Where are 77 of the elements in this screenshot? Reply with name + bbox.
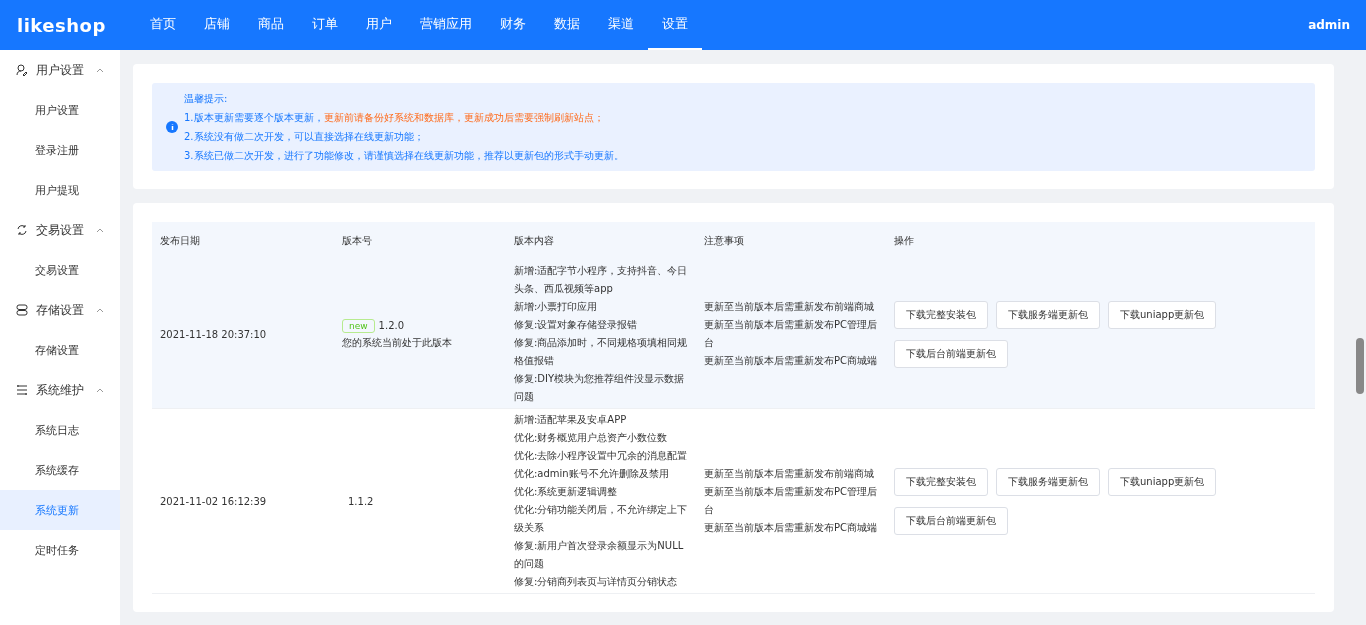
change-entry: 修复:商品添加时，不同规格项填相同规格值报错 xyxy=(514,336,688,368)
download-button[interactable]: 下载后台前端更新包 xyxy=(894,339,1008,368)
nav-tab[interactable]: 订单 xyxy=(298,0,352,50)
change-entry: 优化:分销功能关闭后，不允许绑定上下级关系 xyxy=(514,503,688,535)
sidebar-group[interactable]: 交易设置 xyxy=(0,210,120,250)
storage-icon xyxy=(16,304,28,316)
list-icon xyxy=(16,384,28,396)
notice-line: 3.系统已做二次开发，进行了功能修改，请谨慎选择在线更新功能，推荐以更新包的形式手动更新。 xyxy=(184,149,624,163)
user-name[interactable]: admin xyxy=(1308,18,1350,32)
change-entry: 新增:适配字节小程序，支持抖音、今日头条、西瓜视频等app xyxy=(514,264,688,296)
column-header: 注意事项 xyxy=(696,222,886,260)
download-button[interactable]: 下载后台前端更新包 xyxy=(894,506,1008,535)
version-number: 1.1.2 xyxy=(347,495,374,507)
change-entry: 优化:系统更新逻辑调整 xyxy=(514,485,619,499)
change-entry: 新增:小票打印应用 xyxy=(514,300,599,314)
note-entry: 更新至当前版本后需重新发布PC管理后台 xyxy=(704,318,878,350)
sidebar-item[interactable]: 交易设置 xyxy=(0,250,120,290)
chevron-icon xyxy=(96,67,104,73)
change-entry: 新增:适配苹果及安卓APP xyxy=(514,413,628,427)
note-entry: 更新至当前版本后需重新发布前端商城 xyxy=(704,467,875,481)
column-header: 版本号 xyxy=(334,222,506,260)
change-entry: 修复:设置对象存储登录报错 xyxy=(514,318,639,332)
notice-line: 1.版本更新需要逐个版本更新，更新前请备份好系统和数据库，更新成功后需要强制刷新站点； xyxy=(184,111,605,125)
nav-tab[interactable]: 用户 xyxy=(352,0,406,50)
info-icon xyxy=(166,121,178,133)
exchange-icon xyxy=(16,224,28,236)
download-button[interactable]: 下载服务端更新包 xyxy=(996,300,1100,329)
notice-line: 2.系统没有做二次开发，可以直接选择在线更新功能； xyxy=(184,130,425,144)
logo: likeshop xyxy=(16,14,107,36)
change-entry: 修复:分销商列表页与详情页分销状态 xyxy=(514,575,679,589)
sidebar-item[interactable]: 存储设置 xyxy=(0,330,120,370)
column-header: 操作 xyxy=(886,222,1315,260)
change-entry: 修复:DIY模块为您推荐组件没显示数据问题 xyxy=(514,372,686,404)
sidebar-item[interactable]: 系统日志 xyxy=(0,410,120,450)
note-entry: 更新至当前版本后需重新发布PC管理后台 xyxy=(704,485,878,517)
nav-tab[interactable]: 营销应用 xyxy=(406,0,486,50)
column-header: 版本内容 xyxy=(506,222,696,260)
nav-tab[interactable]: 商品 xyxy=(244,0,298,50)
sidebar-item[interactable]: 用户提现 xyxy=(0,170,120,210)
note-entry: 更新至当前版本后需重新发布前端商城 xyxy=(704,300,875,314)
nav-tab[interactable]: 设置 xyxy=(648,0,702,50)
sidebar-group[interactable]: 存储设置 xyxy=(0,290,120,330)
notice-title: 温馨提示: xyxy=(184,92,229,106)
note-entry: 更新至当前版本后需重新发布PC商城端 xyxy=(704,521,878,535)
nav-tab[interactable]: 财务 xyxy=(486,0,540,50)
sidebar-item[interactable]: 用户设置 xyxy=(0,90,120,130)
download-button[interactable]: 下载完整安装包 xyxy=(894,467,988,496)
nav-tab[interactable]: 渠道 xyxy=(594,0,648,50)
change-entry: 优化:财务概览用户总资产小数位数 xyxy=(514,431,669,445)
new-tag: new xyxy=(342,318,375,333)
sidebar-item[interactable]: 系统缓存 xyxy=(0,450,120,490)
sidebar-item[interactable]: 登录注册 xyxy=(0,130,120,170)
download-button[interactable]: 下载uniapp更新包 xyxy=(1108,467,1217,496)
sidebar-group[interactable]: 系统维护 xyxy=(0,370,120,410)
nav-tab[interactable]: 店铺 xyxy=(190,0,244,50)
sidebar-item[interactable]: 系统更新 xyxy=(0,490,120,530)
user-icon xyxy=(16,64,28,76)
column-header: 发布日期 xyxy=(152,222,334,260)
chevron-icon xyxy=(96,387,104,393)
current-version-note: 您的系统当前处于此版本 xyxy=(342,335,453,350)
note-entry: 更新至当前版本后需重新发布PC商城端 xyxy=(704,354,878,368)
change-entry: 优化:去除小程序设置中冗余的消息配置 xyxy=(514,449,688,463)
change-entry: 修复:新用户首次登录余额显示为NULL的问题 xyxy=(514,539,685,571)
chevron-icon xyxy=(96,227,104,233)
download-button[interactable]: 下载服务端更新包 xyxy=(996,467,1100,496)
scrollbar-thumb[interactable] xyxy=(1356,338,1364,394)
date-cell: 2021-11-18 20:37:10 xyxy=(152,260,334,409)
chevron-icon xyxy=(96,307,104,313)
sidebar-group[interactable]: 用户设置 xyxy=(0,50,120,90)
download-button[interactable]: 下载完整安装包 xyxy=(894,300,988,329)
download-button[interactable]: 下载uniapp更新包 xyxy=(1108,300,1217,329)
sidebar-item[interactable]: 定时任务 xyxy=(0,530,120,570)
change-entry: 优化:admin账号不允许删除及禁用 xyxy=(514,467,670,481)
nav-tab[interactable]: 数据 xyxy=(540,0,594,50)
version-number: 1.2.0 xyxy=(378,319,405,331)
date-cell: 2021-11-02 16:12:39 xyxy=(152,408,334,594)
nav-tab[interactable]: 首页 xyxy=(136,0,190,50)
